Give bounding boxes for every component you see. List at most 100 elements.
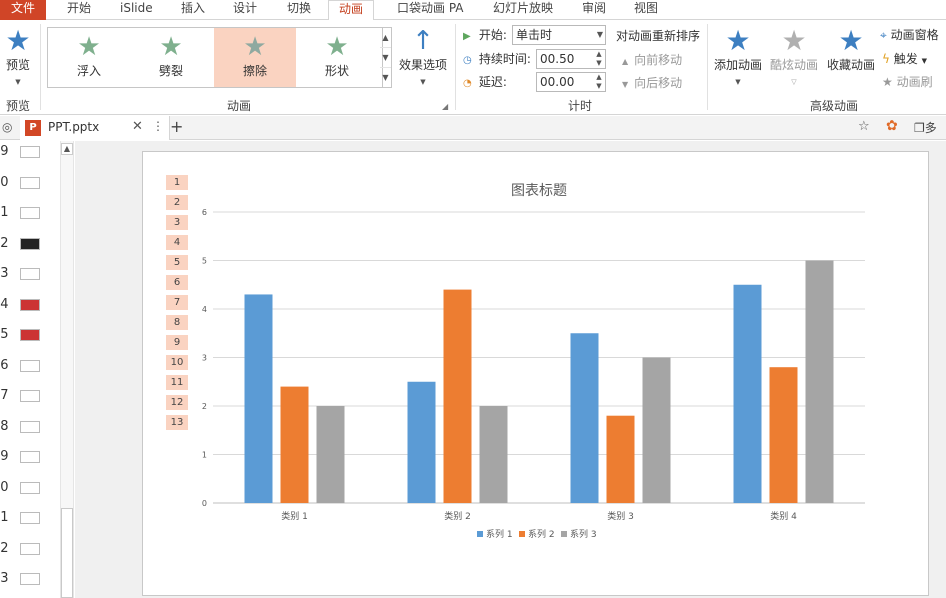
add-star-icon: ★ [725, 24, 751, 57]
group-divider [455, 24, 456, 110]
slide-thumbnail[interactable] [20, 481, 40, 494]
dialog-launcher-icon[interactable]: ◢ [442, 102, 448, 111]
tab-design[interactable]: 设计 [233, 0, 257, 20]
legend-label: 系列 3 [570, 528, 597, 540]
y-tick-label: 4 [202, 305, 207, 314]
duration-spinner[interactable]: 00.50 ▲ ▼ [536, 49, 606, 69]
slide-canvas: 1 2 3 4 5 6 7 8 9 10 11 12 13 图表标题 0 1 2 3 4 5 6 类别 1 类别 2 类别 … [75, 141, 946, 598]
y-tick-label: 6 [202, 208, 207, 217]
group-label-preview: 预览 [5, 99, 30, 113]
animation-pane-button[interactable]: ⌖ 动画窗格 [880, 26, 939, 43]
legend-swatch [519, 531, 525, 537]
new-tab-icon[interactable]: + [170, 117, 183, 136]
animation-star-icon: ★ [159, 32, 183, 62]
triangle-down-icon: ▼ [622, 80, 629, 89]
slide-number: 56 [0, 357, 9, 373]
slide-number: 53 [0, 266, 9, 281]
tab-slideshow[interactable]: 幻灯片放映 [493, 0, 553, 20]
bar [642, 357, 671, 503]
scroll-up-icon[interactable]: ▲ [61, 143, 73, 155]
lightning-icon: ϟ [882, 52, 890, 66]
chevron-down-icon: ▼ [420, 78, 426, 86]
slide[interactable]: 1 2 3 4 5 6 7 8 9 10 11 12 13 图表标题 0 1 2 3 4 5 6 类别 1 类别 2 类别 … [142, 151, 929, 596]
slide-thumbnail[interactable] [20, 176, 40, 189]
preview-button[interactable]: ★ 预览 ▼ [0, 26, 36, 87]
slide-number: 61 [0, 510, 9, 525]
document-tab[interactable]: P PPT.pptx ✕ ⋮ [20, 116, 170, 140]
anim-wipe[interactable]: ★ 擦除 [214, 28, 296, 87]
anim-split[interactable]: ★ 劈裂 [130, 28, 212, 87]
slide-thumbnail[interactable] [20, 268, 40, 280]
slide-thumbnail[interactable] [20, 451, 40, 463]
delay-spinner[interactable]: 00.00 ▲ ▼ [536, 72, 606, 92]
slide-thumbnail[interactable] [20, 542, 40, 555]
reorder-title: 对动画重新排序 [616, 29, 701, 43]
document-tab-bar: ◎ P PPT.pptx ✕ ⋮ + ☆ ✿ ❐多 [0, 116, 946, 140]
start-row: ▶ 开始: [463, 28, 507, 42]
tab-review[interactable]: 审阅 [582, 0, 606, 20]
bar-chart[interactable]: 图表标题 0 1 2 3 4 5 6 类别 1 类别 2 类别 3 类别 4 系列 1 系列 2 系列 3 [143, 152, 930, 597]
group-label-advanced: 高级动画 [809, 99, 858, 113]
y-tick-label: 0 [202, 499, 207, 508]
gallery-scroller[interactable]: ▲ ▼ ▼ [380, 27, 392, 88]
cloud-star-icon: ★ [838, 24, 864, 57]
favorite-animation-button[interactable]: ★ 收藏动画 [824, 26, 878, 73]
slide-thumbnail[interactable] [20, 207, 40, 219]
powerpoint-file-icon: P [25, 120, 41, 136]
scroll-thumb[interactable] [61, 508, 73, 598]
slide-thumbnail[interactable] [20, 420, 40, 433]
slide-thumbnail[interactable] [20, 359, 40, 372]
start-select[interactable]: 单击时 ▼ [512, 25, 606, 45]
slide-thumbnail[interactable] [20, 237, 40, 250]
tab-file[interactable]: 文件 [0, 0, 46, 20]
gallery-more-icon[interactable]: ▼ [380, 68, 391, 88]
clock-icon: ◷ [463, 55, 472, 66]
move-later-button[interactable]: ▼ 向后移动 [616, 74, 682, 91]
slide-thumbnail[interactable] [20, 329, 40, 341]
spinner-arrows-icon[interactable]: ▲ ▼ [593, 73, 605, 91]
chevron-down-icon: ▼ [921, 57, 927, 65]
animation-star-icon: ★ [325, 32, 349, 62]
thumbnail-scrollbar[interactable]: ▲ [60, 141, 74, 598]
animation-star-icon: ★ [243, 32, 267, 62]
spinner-arrows-icon[interactable]: ▲ ▼ [593, 50, 605, 68]
gallery-down-icon[interactable]: ▼ [380, 48, 391, 68]
anim-fly-in[interactable]: ★ 浮入 [48, 28, 130, 87]
slide-thumbnail[interactable] [20, 573, 40, 585]
pin-icon[interactable]: ◎ [2, 120, 12, 134]
slide-thumbnail[interactable] [20, 512, 40, 524]
star-play-icon: ★ [5, 24, 31, 57]
close-tab-icon[interactable]: ✕ [132, 119, 143, 134]
tab-view[interactable]: 视图 [634, 0, 658, 20]
tab-islide[interactable]: iSlide [120, 0, 153, 20]
tab-home[interactable]: 开始 [67, 0, 91, 20]
slide-thumbnail[interactable] [20, 146, 40, 158]
gallery-up-icon[interactable]: ▲ [380, 28, 391, 48]
legend-label: 系列 1 [486, 528, 513, 540]
slide-thumbnail[interactable] [20, 298, 40, 311]
slide-number: 49 [0, 144, 9, 159]
slide-number: 60 [0, 479, 9, 495]
slide-thumbnail[interactable] [20, 390, 40, 402]
anim-shape[interactable]: ★ 形状 [296, 28, 378, 87]
move-earlier-button[interactable]: ▲ 向前移动 [616, 51, 682, 68]
more-vertical-icon[interactable]: ⋮ [152, 119, 164, 133]
animation-effect-icon[interactable]: ☆ [858, 119, 870, 134]
tab-insert[interactable]: 插入 [181, 0, 205, 20]
legend-label: 系列 2 [528, 528, 555, 540]
slide-number: 55 [0, 327, 9, 342]
settings-icon[interactable]: ✿ [886, 118, 898, 134]
tab-transitions[interactable]: 切换 [287, 0, 311, 20]
cool-animation-button[interactable]: ★ 酷炫动画 ▽ [768, 26, 820, 87]
chevron-down-icon: ▽ [791, 78, 797, 86]
animation-painter-button[interactable]: ★ 动画刷 [882, 73, 933, 90]
multi-window-button[interactable]: ❐多 [914, 119, 937, 136]
trigger-button[interactable]: ϟ 触发 ▼ [882, 50, 927, 67]
bar [805, 260, 834, 503]
tab-pocket-animation[interactable]: 口袋动画 PA [397, 0, 464, 20]
animation-gallery: ★ 浮入 ★ 劈裂 ★ 擦除 ★ 形状 [47, 27, 383, 88]
tab-animations[interactable]: 动画 [328, 0, 375, 21]
add-animation-button[interactable]: ★ 添加动画 ▼ [712, 26, 764, 87]
effect-options-button[interactable]: ↑ 效果选项 ▼ [396, 26, 450, 87]
slide-number: 54 [0, 296, 9, 312]
